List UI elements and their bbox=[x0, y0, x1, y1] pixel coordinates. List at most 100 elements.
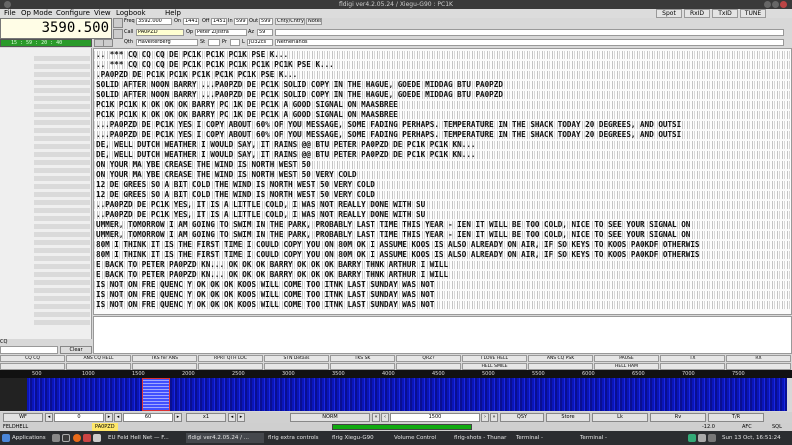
spot-button[interactable]: Spot bbox=[656, 9, 682, 18]
wf-low-down-button[interactable]: ◂ bbox=[45, 413, 53, 422]
audio-freq-field[interactable]: 1500 bbox=[390, 413, 480, 422]
macro-button[interactable] bbox=[0, 363, 65, 370]
country-field[interactable]: Netherlands bbox=[275, 39, 784, 46]
taskbar-window-button[interactable]: Volume Control bbox=[392, 433, 450, 443]
afc-toggle[interactable]: AFC bbox=[742, 423, 752, 431]
menu-configure[interactable]: Configure bbox=[56, 9, 90, 18]
menu-view[interactable]: View bbox=[94, 9, 111, 18]
macro-button[interactable] bbox=[396, 363, 461, 370]
taskbar-window-button[interactable]: flrig-shots - Thunar bbox=[452, 433, 512, 443]
macro-button[interactable] bbox=[132, 363, 197, 370]
qsy-button[interactable]: QSY bbox=[500, 413, 544, 422]
menu-op-mode[interactable]: Op Mode bbox=[21, 9, 52, 18]
freq-fast-up-icon[interactable]: » bbox=[490, 413, 498, 422]
macro-button[interactable] bbox=[264, 363, 329, 370]
minimize-icon[interactable] bbox=[764, 1, 771, 8]
tray-power-icon[interactable] bbox=[708, 434, 716, 442]
close-icon[interactable] bbox=[780, 1, 787, 8]
frequency-display[interactable]: 3590.500 bbox=[0, 18, 112, 39]
taskbar-window-button[interactable]: fldigi ver4.2.05.24 / ... bbox=[186, 433, 264, 443]
rst-out-field[interactable]: 599 bbox=[259, 18, 273, 25]
store-button[interactable]: Store bbox=[546, 413, 590, 422]
macro-button[interactable]: PAUSE bbox=[594, 355, 659, 362]
qso-open-icon[interactable] bbox=[113, 18, 123, 28]
macro-button[interactable]: HELL HAM bbox=[594, 363, 659, 370]
macro-button[interactable]: HELL SMILE bbox=[462, 363, 527, 370]
tr-button[interactable]: T/R bbox=[708, 413, 764, 422]
signal-browser-panel[interactable] bbox=[0, 48, 92, 339]
lock-button[interactable]: Lk bbox=[592, 413, 648, 422]
applications-menu-icon[interactable] bbox=[2, 434, 10, 442]
taskbar-window-button[interactable]: Terminal - bbox=[578, 433, 644, 443]
macro-button[interactable]: TX bbox=[660, 355, 725, 362]
zoom-x1-button[interactable]: x1 bbox=[186, 413, 226, 422]
clock[interactable]: Sun 13 Oct, 16:51:24 bbox=[720, 433, 783, 443]
files-launcher-icon[interactable] bbox=[52, 434, 60, 442]
macro-button[interactable] bbox=[528, 363, 593, 370]
zoom-in-icon[interactable]: ▸ bbox=[237, 413, 245, 422]
mode-status[interactable]: FELDHELL bbox=[3, 423, 28, 431]
rxid-button[interactable]: RxID bbox=[684, 9, 710, 18]
notes-field[interactable] bbox=[275, 29, 784, 36]
wf-low-up-button[interactable]: ▸ bbox=[105, 413, 113, 422]
qth-field[interactable]: Havelterberg bbox=[136, 39, 198, 46]
terminal-launcher-icon[interactable] bbox=[62, 434, 70, 442]
notes-tab[interactable]: Notes bbox=[306, 18, 322, 25]
op-name-field[interactable]: Peter Zijlstra bbox=[195, 29, 247, 36]
rx-text-panel[interactable]: .. *** CQ CQ CQ DE PC1K PC1K PC1K PSE K.… bbox=[93, 48, 792, 315]
maximize-icon[interactable] bbox=[772, 1, 779, 8]
bw-small-button[interactable] bbox=[103, 39, 113, 47]
call-field[interactable]: PA0PZD bbox=[136, 29, 184, 36]
wf-range-field[interactable]: 60 bbox=[123, 413, 173, 422]
tx-text-panel[interactable] bbox=[93, 316, 792, 354]
wf-mode-button[interactable]: WF bbox=[3, 413, 43, 422]
taskbar-window-button[interactable]: flrig extra controls bbox=[266, 433, 328, 443]
taskbar-window-button[interactable]: flrig Xiegu-G90 bbox=[330, 433, 390, 443]
txid-button[interactable]: TxID bbox=[712, 9, 738, 18]
wf-speed-norm-button[interactable]: NORM bbox=[290, 413, 370, 422]
waterfall-display[interactable] bbox=[27, 378, 787, 411]
menu-file[interactable]: File bbox=[4, 9, 16, 18]
tray-network-icon[interactable] bbox=[688, 434, 696, 442]
qso-save-icon[interactable] bbox=[113, 29, 123, 39]
freq-down-icon[interactable]: ‹ bbox=[381, 413, 389, 422]
signal-trace-marker[interactable] bbox=[142, 378, 170, 411]
reverse-button[interactable]: Rv bbox=[650, 413, 706, 422]
rst-in-field[interactable]: 599 bbox=[234, 18, 248, 25]
macro-button[interactable]: I LOVE HELL bbox=[462, 355, 527, 362]
azimuth-field[interactable]: 59 bbox=[257, 29, 273, 36]
macro-button[interactable]: ANS CQ PSK bbox=[528, 355, 593, 362]
freq-fast-down-icon[interactable]: « bbox=[372, 413, 380, 422]
menu-help[interactable]: Help bbox=[165, 9, 181, 18]
taskbar-window-button[interactable]: Terminal - bbox=[514, 433, 576, 443]
province-field[interactable] bbox=[230, 39, 240, 46]
tune-button[interactable]: TUNE bbox=[740, 9, 766, 18]
wf-range-down-button[interactable]: ◂ bbox=[114, 413, 122, 422]
wf-range-up-button[interactable]: ▸ bbox=[174, 413, 182, 422]
state-field[interactable] bbox=[208, 39, 220, 46]
time-off-field[interactable]: 1451 bbox=[211, 18, 227, 25]
zoom-out-icon[interactable]: ◂ bbox=[228, 413, 236, 422]
taskbar-window-button[interactable]: EU Feld Hell Net — F... bbox=[106, 433, 184, 443]
launcher-icon[interactable] bbox=[83, 434, 91, 442]
sql-toggle[interactable]: SQL bbox=[772, 423, 782, 431]
macro-button[interactable]: RX bbox=[726, 355, 791, 362]
macro-button[interactable]: STN Details bbox=[264, 355, 329, 362]
wf-low-field[interactable]: 0 bbox=[54, 413, 104, 422]
time-on-field[interactable]: 1441 bbox=[183, 18, 199, 25]
cnty-cntry-tab[interactable]: Cnty/Cntry bbox=[275, 18, 305, 25]
tray-volume-icon[interactable] bbox=[698, 434, 706, 442]
macro-button[interactable]: TKS fer ANS bbox=[132, 355, 197, 362]
macro-button[interactable] bbox=[198, 363, 263, 370]
macro-button[interactable]: ANS CQ HELL bbox=[66, 355, 131, 362]
macro-button[interactable]: TKS SK bbox=[330, 355, 395, 362]
firefox-icon[interactable] bbox=[73, 434, 81, 442]
frequency-ruler[interactable]: 500 1000 1500 2000 2500 3000 3500 4000 4500 5000 5… bbox=[0, 370, 792, 378]
macro-button[interactable]: QRZ? bbox=[396, 355, 461, 362]
freq-up-icon[interactable]: › bbox=[481, 413, 489, 422]
clear-button[interactable]: Clear bbox=[60, 346, 92, 354]
folder-icon[interactable] bbox=[93, 434, 101, 442]
macro-button[interactable] bbox=[660, 363, 725, 370]
cq-search-input[interactable] bbox=[0, 346, 58, 354]
window-menu-icon[interactable] bbox=[4, 1, 11, 8]
